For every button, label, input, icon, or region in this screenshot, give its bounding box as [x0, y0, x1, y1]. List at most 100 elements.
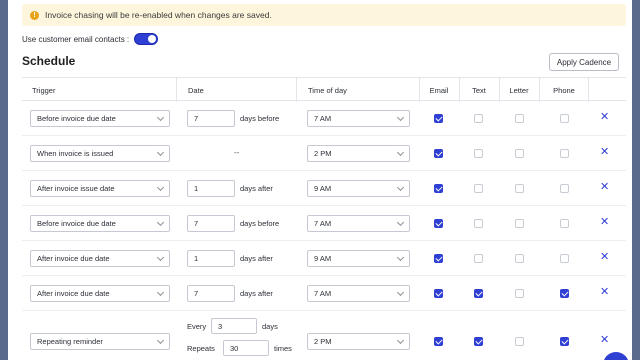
- header-divider: [296, 78, 297, 102]
- time-select[interactable]: 2 PM: [307, 145, 410, 162]
- time-select[interactable]: 7 AM: [307, 215, 410, 232]
- table-row: When invoice is issued -- 2 PM ✕: [22, 136, 626, 171]
- contacts-setting: Use customer email contacts :: [22, 32, 159, 46]
- email-checkbox[interactable]: [434, 219, 443, 228]
- table-row: After invoice issue date 1 days after 9 …: [22, 171, 626, 206]
- remove-row-icon[interactable]: ✕: [600, 182, 609, 193]
- trigger-select[interactable]: Repeating reminder: [30, 333, 170, 350]
- header-divider: [588, 78, 589, 102]
- letter-checkbox[interactable]: [515, 289, 524, 298]
- cadence-modal: ! Invoice chasing will be re-enabled whe…: [8, 0, 632, 360]
- phone-checkbox[interactable]: [560, 114, 569, 123]
- chevron-down-icon: [156, 113, 165, 122]
- info-icon: !: [30, 10, 39, 20]
- phone-checkbox[interactable]: [560, 254, 569, 263]
- days-suffix: days before: [240, 219, 280, 228]
- phone-checkbox[interactable]: [560, 337, 569, 346]
- phone-checkbox[interactable]: [560, 184, 569, 193]
- chevron-down-icon: [396, 148, 405, 157]
- trigger-select[interactable]: After invoice due date: [30, 250, 170, 267]
- letter-checkbox[interactable]: [515, 114, 524, 123]
- chevron-down-icon: [156, 218, 165, 227]
- remove-row-icon[interactable]: ✕: [600, 112, 609, 123]
- days-suffix: days after: [240, 289, 273, 298]
- letter-checkbox[interactable]: [515, 337, 524, 346]
- trigger-select[interactable]: When invoice is issued: [30, 145, 170, 162]
- letter-checkbox[interactable]: [515, 219, 524, 228]
- chevron-down-icon: [156, 336, 165, 345]
- phone-checkbox[interactable]: [560, 289, 569, 298]
- chevron-down-icon: [396, 183, 405, 192]
- every-input[interactable]: 3: [211, 318, 257, 334]
- remove-row-icon[interactable]: ✕: [600, 287, 609, 298]
- repeats-label: Repeats: [187, 343, 215, 353]
- letter-checkbox[interactable]: [515, 149, 524, 158]
- apply-cadence-button[interactable]: Apply Cadence: [549, 53, 619, 71]
- days-suffix: days after: [240, 184, 273, 193]
- text-checkbox[interactable]: [474, 149, 483, 158]
- days-input[interactable]: 7: [187, 110, 235, 127]
- text-checkbox[interactable]: [474, 184, 483, 193]
- table-row: Before invoice due date 7 days before 7 …: [22, 206, 626, 241]
- phone-checkbox[interactable]: [560, 149, 569, 158]
- letter-checkbox[interactable]: [515, 184, 524, 193]
- phone-checkbox[interactable]: [560, 219, 569, 228]
- text-checkbox[interactable]: [474, 114, 483, 123]
- repeats-suffix: times: [274, 343, 292, 353]
- email-checkbox[interactable]: [434, 114, 443, 123]
- chevron-down-icon: [396, 288, 405, 297]
- remove-row-icon[interactable]: ✕: [600, 335, 609, 346]
- col-date: Date: [188, 85, 204, 95]
- remove-row-icon[interactable]: ✕: [600, 217, 609, 228]
- every-label: Every: [187, 321, 207, 331]
- email-checkbox[interactable]: [434, 149, 443, 158]
- remove-row-icon[interactable]: ✕: [600, 252, 609, 263]
- trigger-select[interactable]: Before invoice due date: [30, 110, 170, 127]
- trigger-select[interactable]: After invoice due date: [30, 285, 170, 302]
- repeats-input[interactable]: 30: [223, 340, 269, 356]
- email-checkbox[interactable]: [434, 337, 443, 346]
- text-checkbox[interactable]: [474, 254, 483, 263]
- chevron-down-icon: [396, 336, 405, 345]
- col-email: Email: [429, 85, 449, 95]
- email-checkbox[interactable]: [434, 254, 443, 263]
- table-row: Before invoice due date 7 days before 7 …: [22, 101, 626, 136]
- date-empty: --: [234, 148, 240, 157]
- trigger-select[interactable]: After invoice issue date: [30, 180, 170, 197]
- chevron-down-icon: [156, 253, 165, 262]
- text-checkbox[interactable]: [474, 219, 483, 228]
- info-notice: ! Invoice chasing will be re-enabled whe…: [22, 4, 626, 26]
- email-checkbox[interactable]: [434, 184, 443, 193]
- col-trigger: Trigger: [32, 85, 56, 95]
- days-input[interactable]: 1: [187, 180, 235, 197]
- letter-checkbox[interactable]: [515, 254, 524, 263]
- contacts-toggle[interactable]: [134, 33, 159, 45]
- time-select[interactable]: 9 AM: [307, 250, 410, 267]
- every-suffix: days: [262, 321, 278, 331]
- time-select[interactable]: 9 AM: [307, 180, 410, 197]
- days-suffix: days after: [240, 254, 273, 263]
- time-select[interactable]: 7 AM: [307, 110, 410, 127]
- col-text: Text: [472, 85, 486, 95]
- repeating-row: Repeating reminder Every 3 days Repeats …: [22, 311, 626, 360]
- contacts-label: Use customer email contacts :: [22, 34, 130, 44]
- days-input[interactable]: 1: [187, 250, 235, 267]
- time-select[interactable]: 2 PM: [307, 333, 410, 350]
- table-row: After invoice due date 1 days after 9 AM…: [22, 241, 626, 276]
- chevron-down-icon: [396, 113, 405, 122]
- table-row: After invoice due date 7 days after 7 AM…: [22, 276, 626, 311]
- email-checkbox[interactable]: [434, 289, 443, 298]
- header-divider: [176, 78, 177, 102]
- chevron-down-icon: [156, 288, 165, 297]
- chevron-down-icon: [396, 218, 405, 227]
- chevron-down-icon: [396, 253, 405, 262]
- days-input[interactable]: 7: [187, 285, 235, 302]
- trigger-select[interactable]: Before invoice due date: [30, 215, 170, 232]
- remove-row-icon[interactable]: ✕: [600, 147, 609, 158]
- text-checkbox[interactable]: [474, 337, 483, 346]
- chevron-down-icon: [156, 148, 165, 157]
- text-checkbox[interactable]: [474, 289, 483, 298]
- time-select[interactable]: 7 AM: [307, 285, 410, 302]
- table-header: Trigger Date Time of day Email Text Lett…: [22, 77, 626, 102]
- days-input[interactable]: 7: [187, 215, 235, 232]
